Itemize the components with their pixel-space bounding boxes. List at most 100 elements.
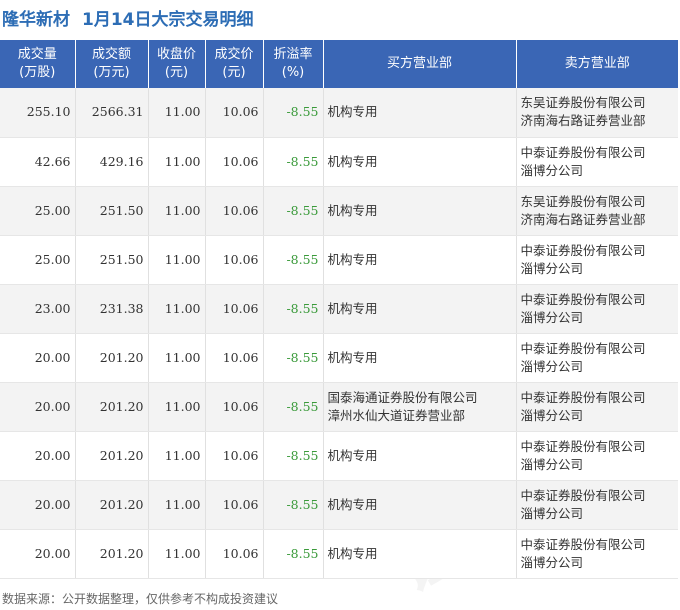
column-header-amount: 成交额 (万元) [75,40,149,88]
cell-volume: 20.00 [0,333,76,383]
cell-premium-rate: -8.55 [263,88,324,138]
cell-trade-price: 10.06 [205,88,264,138]
table-row: 20.00 201.20 11.00 10.06 -8.55 机构专用 中泰证券股份有限公司… [0,529,678,579]
cell-seller-branch-line: 中泰证券股份有限公司 [520,144,646,160]
cell-close-price: 11.00 [148,186,206,236]
cell-volume: 42.66 [0,137,76,187]
cell-close-price: 11.00 [148,235,206,285]
cell-buyer-branch-line: 机构专用 [327,153,378,169]
cell-close-price: 11.00 [148,137,206,187]
cell-buyer-branch: 机构专用 [323,235,517,285]
cell-buyer-branch-line: 机构专用 [327,545,378,561]
cell-volume: 25.00 [0,186,76,236]
data-source-note: 数据来源：公开数据整理，仅供参考不构成投资建议 [2,592,279,606]
cell-seller-branch: 中泰证券股份有限公司 淄博分公司 [516,529,678,579]
cell-trade-price: 10.06 [205,431,264,481]
cell-seller-branch-line: 淄博分公司 [520,309,584,325]
cell-volume: 20.00 [0,382,76,432]
cell-trade-price: 10.06 [205,529,264,579]
cell-seller-branch-line: 中泰证券股份有限公司 [520,389,646,405]
table-row: 25.00 251.50 11.00 10.06 -8.55 机构专用 东吴证券股份有限公司… [0,186,678,236]
cell-buyer-branch: 机构专用 [323,431,517,481]
cell-trade-price: 10.06 [205,382,264,432]
table-row: 42.66 429.16 11.00 10.06 -8.55 机构专用 中泰证券股份有限公司… [0,137,678,187]
cell-seller-branch: 中泰证券股份有限公司 淄博分公司 [516,137,678,187]
cell-buyer-branch-line: 机构专用 [327,349,378,365]
cell-seller-branch: 东吴证券股份有限公司 济南海右路证券营业部 [516,186,678,236]
cell-seller-branch-line: 淄博分公司 [520,162,584,178]
cell-seller-branch-line: 中泰证券股份有限公司 [520,438,646,454]
table-row: 20.00 201.20 11.00 10.06 -8.55 国泰海通证券股份有限公司 漳州… [0,382,678,432]
cell-close-price: 11.00 [148,382,206,432]
cell-premium-rate: -8.55 [263,431,324,481]
table-row: 20.00 201.20 11.00 10.06 -8.55 机构专用 中泰证券股份有限公司… [0,431,678,481]
cell-amount: 201.20 [75,431,149,481]
cell-seller-branch: 中泰证券股份有限公司 淄博分公司 [516,480,678,530]
cell-trade-price: 10.06 [205,333,264,383]
cell-volume: 255.10 [0,88,76,138]
column-header-close: 收盘价 (元) [148,40,206,88]
title-text: 1月14日大宗交易明细 [82,9,254,30]
cell-buyer-branch-line: 机构专用 [327,447,378,463]
cell-volume: 20.00 [0,431,76,481]
cell-amount: 251.50 [75,235,149,285]
cell-seller-branch-line: 济南海右路证券营业部 [520,113,646,129]
cell-trade-price: 10.06 [205,284,264,334]
cell-buyer-branch: 机构专用 [323,137,517,187]
cell-buyer-branch: 机构专用 [323,284,517,334]
cell-buyer-branch-line: 机构专用 [327,251,378,267]
cell-volume: 25.00 [0,235,76,285]
cell-seller-branch-line: 中泰证券股份有限公司 [520,242,646,258]
cell-seller-branch: 中泰证券股份有限公司 淄博分公司 [516,431,678,481]
cell-seller-branch-line: 济南海右路证券营业部 [520,211,646,227]
cell-seller-branch-line: 淄博分公司 [520,407,584,423]
cell-trade-price: 10.06 [205,186,264,236]
cell-seller-branch: 中泰证券股份有限公司 淄博分公司 [516,284,678,334]
cell-trade-price: 10.06 [205,235,264,285]
cell-amount: 201.20 [75,333,149,383]
column-header-seller: 卖方营业部 [516,40,678,88]
cell-seller-branch-line: 东吴证券股份有限公司 [520,95,646,111]
cell-seller-branch-line: 东吴证券股份有限公司 [520,193,646,209]
cell-close-price: 11.00 [148,88,206,138]
cell-amount: 201.20 [75,382,149,432]
table-row: 23.00 231.38 11.00 10.06 -8.55 机构专用 中泰证券股份有限公司… [0,284,678,334]
cell-amount: 201.20 [75,529,149,579]
cell-buyer-branch-line: 漳州水仙大道证券营业部 [327,407,466,423]
cell-buyer-branch: 机构专用 [323,480,517,530]
cell-buyer-branch-line: 机构专用 [327,300,378,316]
cell-premium-rate: -8.55 [263,235,324,285]
cell-premium-rate: -8.55 [263,137,324,187]
column-header-buyer: 买方营业部 [323,40,517,88]
cell-buyer-branch: 机构专用 [323,186,517,236]
cell-seller-branch: 中泰证券股份有限公司 淄博分公司 [516,382,678,432]
column-header-premium: 折溢率 (%) [263,40,324,88]
cell-buyer-branch: 机构专用 [323,88,517,138]
cell-seller-branch-line: 淄博分公司 [520,505,584,521]
table-row: 25.00 251.50 11.00 10.06 -8.55 机构专用 中泰证券股份有限公司… [0,235,678,285]
cell-buyer-branch-line: 机构专用 [327,202,378,218]
cell-close-price: 11.00 [148,284,206,334]
cell-seller-branch-line: 淄博分公司 [520,260,584,276]
cell-amount: 231.38 [75,284,149,334]
cell-premium-rate: -8.55 [263,529,324,579]
cell-buyer-branch: 机构专用 [323,529,517,579]
block-trade-table: 成交量 (万股) 成交额 (万元) 收盘价 (元) 成交价 (元) 折溢率 (%) 买方营… [0,40,678,579]
cell-premium-rate: -8.55 [263,382,324,432]
cell-amount: 251.50 [75,186,149,236]
cell-amount: 2566.31 [75,88,149,138]
cell-amount: 429.16 [75,137,149,187]
cell-premium-rate: -8.55 [263,333,324,383]
column-header-volume: 成交量 (万股) [0,40,76,88]
cell-volume: 20.00 [0,529,76,579]
cell-close-price: 11.00 [148,480,206,530]
page-title: 隆华新材 1月14日大宗交易明细 [0,0,680,34]
cell-buyer-branch-line: 国泰海通证券股份有限公司 [327,389,478,405]
cell-seller-branch-line: 中泰证券股份有限公司 [520,487,646,503]
cell-buyer-branch-line: 机构专用 [327,104,378,120]
cell-seller-branch: 中泰证券股份有限公司 淄博分公司 [516,235,678,285]
table-row: 255.10 2566.31 11.00 10.06 -8.55 机构专用 东吴证券股份有限… [0,88,678,138]
stock-name: 隆华新材 [2,9,70,30]
column-header-price: 成交价 (元) [205,40,264,88]
cell-seller-branch-line: 中泰证券股份有限公司 [520,340,646,356]
